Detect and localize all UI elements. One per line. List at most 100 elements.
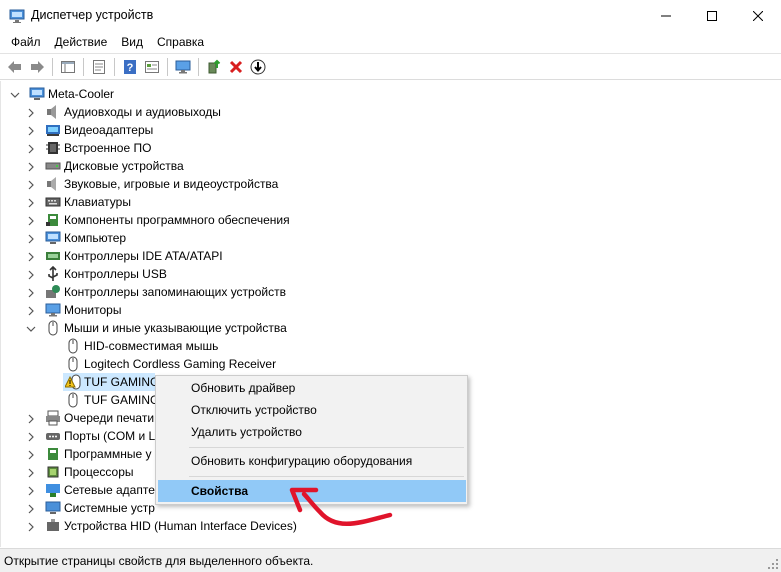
context-separator	[189, 447, 464, 448]
download-button[interactable]	[247, 56, 269, 78]
tree-category[interactable]: Компоненты программного обеспечения	[1, 211, 780, 229]
context-separator	[189, 476, 464, 477]
window-title: Диспетчер устройств	[31, 8, 154, 22]
tree-category[interactable]: Аудиовходы и аудиовыходы	[1, 103, 780, 121]
menu-file[interactable]: Файл	[4, 31, 48, 53]
printer-icon	[45, 410, 61, 426]
chevron-right-icon[interactable]	[26, 305, 36, 316]
tree-category[interactable]: Видеоадаптеры	[1, 121, 780, 139]
tree-root[interactable]: Meta-Cooler	[1, 85, 780, 103]
tree-category[interactable]: Контроллеры IDE ATA/ATAPI	[1, 247, 780, 265]
chevron-right-icon[interactable]	[26, 485, 36, 496]
show-hide-tree-button[interactable]	[57, 56, 79, 78]
tree-category[interactable]: Встроенное ПО	[1, 139, 780, 157]
tree-category[interactable]: Клавиатуры	[1, 193, 780, 211]
scan-icon	[250, 59, 266, 74]
tree-item-label: Logitech Cordless Gaming Receiver	[84, 357, 277, 371]
annotation-arrow-icon	[289, 487, 393, 526]
minimize-button[interactable]	[643, 0, 689, 31]
tree-item-label: Видеоадаптеры	[64, 123, 154, 137]
ide-controller-icon	[45, 248, 61, 264]
back-button[interactable]	[4, 56, 26, 78]
menu-bar: Файл Действие Вид Справка	[0, 31, 781, 53]
usb-icon	[45, 265, 61, 282]
tree-device[interactable]: Logitech Cordless Gaming Receiver	[1, 355, 780, 373]
mouse-icon	[65, 338, 81, 354]
chevron-right-icon[interactable]	[26, 215, 36, 226]
forward-button[interactable]	[26, 56, 48, 78]
properties-button[interactable]	[88, 56, 110, 78]
tree-category[interactable]: Звуковые, игровые и видеоустройства	[1, 175, 780, 193]
tree-category[interactable]: Дисковые устройства	[1, 157, 780, 175]
chevron-right-icon[interactable]	[26, 107, 36, 118]
chevron-right-icon[interactable]	[26, 179, 36, 190]
tree-category[interactable]: Мыши и иные указывающие устройства	[1, 319, 780, 337]
chevron-right-icon[interactable]	[26, 143, 36, 154]
tree-item-label: Порты (COM и L	[64, 429, 156, 443]
chevron-right-icon[interactable]	[26, 251, 36, 262]
hid-icon	[45, 518, 61, 534]
toolbar-separator	[52, 57, 53, 76]
chevron-down-icon[interactable]	[26, 323, 36, 333]
uninstall-button[interactable]	[225, 56, 247, 78]
firmware-icon	[45, 140, 61, 156]
chevron-right-icon[interactable]	[26, 233, 36, 244]
context-disable-device[interactable]: Отключить устройство	[158, 399, 466, 421]
menu-action[interactable]: Действие	[48, 31, 115, 53]
chevron-right-icon[interactable]	[26, 467, 36, 478]
tree-category[interactable]: Контроллеры USB	[1, 265, 780, 283]
chevron-right-icon[interactable]	[26, 431, 36, 442]
tree-item-label: Звуковые, игровые и видеоустройства	[64, 177, 279, 191]
maximize-button[interactable]	[689, 0, 735, 31]
status-text: Открытие страницы свойств для выделенног…	[4, 554, 314, 568]
tree-item-label: Мыши и иные указывающие устройства	[64, 321, 287, 335]
context-update-driver[interactable]: Обновить драйвер	[158, 377, 466, 399]
tree-item-label: Контроллеры IDE ATA/ATAPI	[64, 249, 223, 263]
software-component-icon	[45, 212, 61, 228]
disk-drive-icon	[45, 158, 61, 174]
chevron-down-icon[interactable]	[10, 89, 20, 99]
chevron-right-icon[interactable]	[26, 503, 36, 514]
chevron-right-icon[interactable]	[26, 125, 36, 136]
tree-device[interactable]: HID-совместимая мышь	[1, 337, 780, 355]
tree-category[interactable]: Компьютер	[1, 229, 780, 247]
port-icon	[45, 428, 61, 444]
context-scan-hardware[interactable]: Обновить конфигурацию оборудования	[158, 450, 466, 472]
warning-mouse-icon	[64, 374, 81, 390]
chevron-right-icon[interactable]	[26, 197, 36, 208]
tree-item-label: Системные устр	[64, 501, 155, 515]
resize-grip-icon[interactable]	[767, 558, 779, 570]
uninstall-icon	[229, 60, 243, 73]
display-adapter-icon	[45, 122, 61, 138]
storage-controller-icon	[45, 284, 61, 300]
software-device-icon	[45, 446, 61, 462]
scan-monitor-button[interactable]	[172, 56, 194, 78]
help-button[interactable]: ?	[119, 56, 141, 78]
chevron-right-icon[interactable]	[26, 161, 36, 172]
view-button[interactable]	[141, 56, 163, 78]
chevron-right-icon[interactable]	[26, 287, 36, 298]
toolbar: ?	[0, 53, 781, 80]
device-manager-icon	[9, 8, 25, 24]
tree-category[interactable]: Мониторы	[1, 301, 780, 319]
update-driver-icon	[208, 59, 221, 73]
menu-view[interactable]: Вид	[114, 31, 150, 53]
sound-icon	[45, 176, 61, 192]
tree-item-label: Компоненты программного обеспечения	[64, 213, 290, 227]
properties-icon	[93, 59, 105, 74]
update-driver-button[interactable]	[203, 56, 225, 78]
tree-item-label: Программные у	[64, 447, 152, 461]
menu-help[interactable]: Справка	[150, 31, 211, 53]
chevron-right-icon[interactable]	[26, 269, 36, 280]
tree-category[interactable]: Контроллеры запоминающих устройств	[1, 283, 780, 301]
chevron-right-icon[interactable]	[26, 449, 36, 460]
monitor-icon	[45, 302, 61, 318]
close-button[interactable]	[735, 0, 781, 31]
network-adapter-icon	[45, 482, 61, 498]
context-uninstall-device[interactable]: Удалить устройство	[158, 421, 466, 443]
chevron-right-icon[interactable]	[26, 521, 36, 532]
chevron-right-icon[interactable]	[26, 413, 36, 424]
tree-item-label: Сетевые адаптер	[64, 483, 162, 497]
tree-item-label: Аудиовходы и аудиовыходы	[64, 105, 221, 119]
mouse-icon	[65, 356, 81, 372]
